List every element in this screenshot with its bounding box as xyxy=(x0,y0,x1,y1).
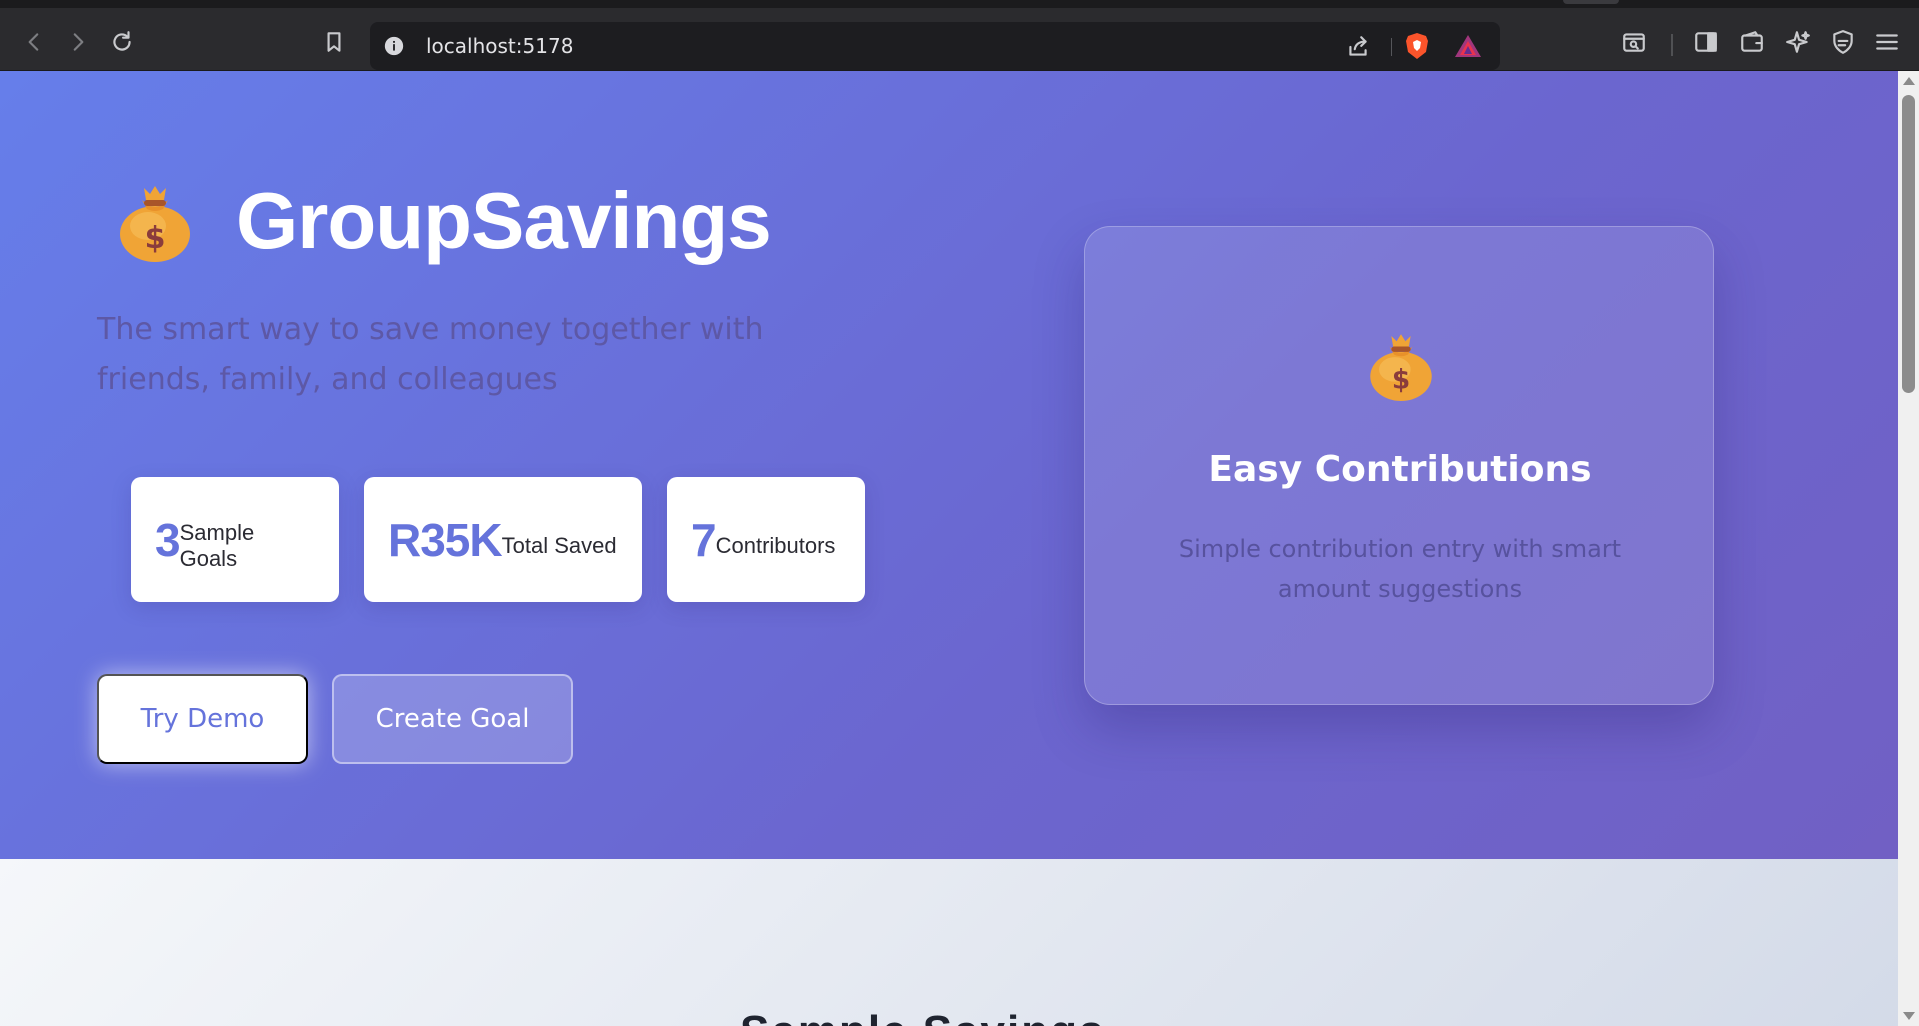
hero-section: $ GroupSavings The smart way to save mon… xyxy=(0,71,1898,859)
stat-card-contributors: 7 Contributors xyxy=(667,477,865,602)
toolbar-divider xyxy=(1671,34,1673,56)
browser-toolbar: localhost:5178 xyxy=(0,8,1919,71)
back-icon[interactable] xyxy=(20,28,48,56)
stats-row: 3 Sample Goals R35K Total Saved 7 Contri… xyxy=(131,477,890,602)
brand: $ GroupSavings xyxy=(114,175,772,267)
share-icon[interactable] xyxy=(1344,33,1372,61)
svg-text:$: $ xyxy=(145,221,166,256)
svg-text:$: $ xyxy=(1392,366,1410,396)
stat-label: Sample Goals xyxy=(179,519,255,571)
wallet-icon[interactable] xyxy=(1738,28,1766,56)
bookmark-icon[interactable] xyxy=(320,28,348,56)
url-text[interactable]: localhost:5178 xyxy=(426,34,573,58)
site-info-icon[interactable] xyxy=(382,34,406,58)
search-tabs-icon[interactable] xyxy=(1620,28,1648,56)
tagline: The smart way to save money together wit… xyxy=(97,312,764,397)
tab-stub[interactable] xyxy=(1563,0,1619,4)
forward-icon[interactable] xyxy=(64,28,92,56)
stat-label: Total Saved xyxy=(501,532,617,558)
stat-number: R35K xyxy=(388,513,503,566)
feature-title: Easy Contributions xyxy=(1208,449,1592,490)
section-title: Sample Savings xyxy=(740,1007,1105,1026)
money-bag-icon: $ xyxy=(120,186,190,262)
leo-ai-icon[interactable] xyxy=(1784,28,1812,56)
money-bag-icon: $ xyxy=(1370,334,1432,401)
scroll-down-arrow-icon[interactable] xyxy=(1903,1012,1915,1020)
stat-number: 3 xyxy=(155,513,181,566)
create-goal-button[interactable]: Create Goal xyxy=(332,674,573,764)
stat-label: Contributors xyxy=(715,532,836,558)
feature-description: Simple contribution entry with smart amo… xyxy=(1178,535,1622,603)
vpn-icon[interactable] xyxy=(1829,28,1857,56)
sample-section: Sample Savings xyxy=(0,859,1898,1026)
page-viewport: $ GroupSavings The smart way to save mon… xyxy=(0,71,1898,1026)
stat-number: 7 xyxy=(691,513,717,566)
address-bar[interactable]: localhost:5178 xyxy=(370,22,1500,70)
feature-card: $ Easy Contributions Simple contribution… xyxy=(1084,226,1714,705)
brand-title: GroupSavings xyxy=(236,176,772,265)
menu-icon[interactable] xyxy=(1873,28,1901,56)
brave-shields-icon[interactable] xyxy=(1404,32,1430,60)
reload-icon[interactable] xyxy=(108,28,136,56)
scroll-up-arrow-icon[interactable] xyxy=(1903,77,1915,85)
sidebar-icon[interactable] xyxy=(1692,28,1720,56)
brave-rewards-icon[interactable] xyxy=(1454,34,1482,58)
try-demo-button[interactable]: Try Demo xyxy=(97,674,308,764)
scroll-thumb[interactable] xyxy=(1902,95,1915,393)
page-scrollbar[interactable] xyxy=(1898,71,1919,1026)
stat-card-goals: 3 Sample Goals xyxy=(131,477,339,602)
address-bar-divider xyxy=(1391,38,1392,56)
window-top-strip xyxy=(0,0,1919,8)
stat-card-saved: R35K Total Saved xyxy=(364,477,642,602)
